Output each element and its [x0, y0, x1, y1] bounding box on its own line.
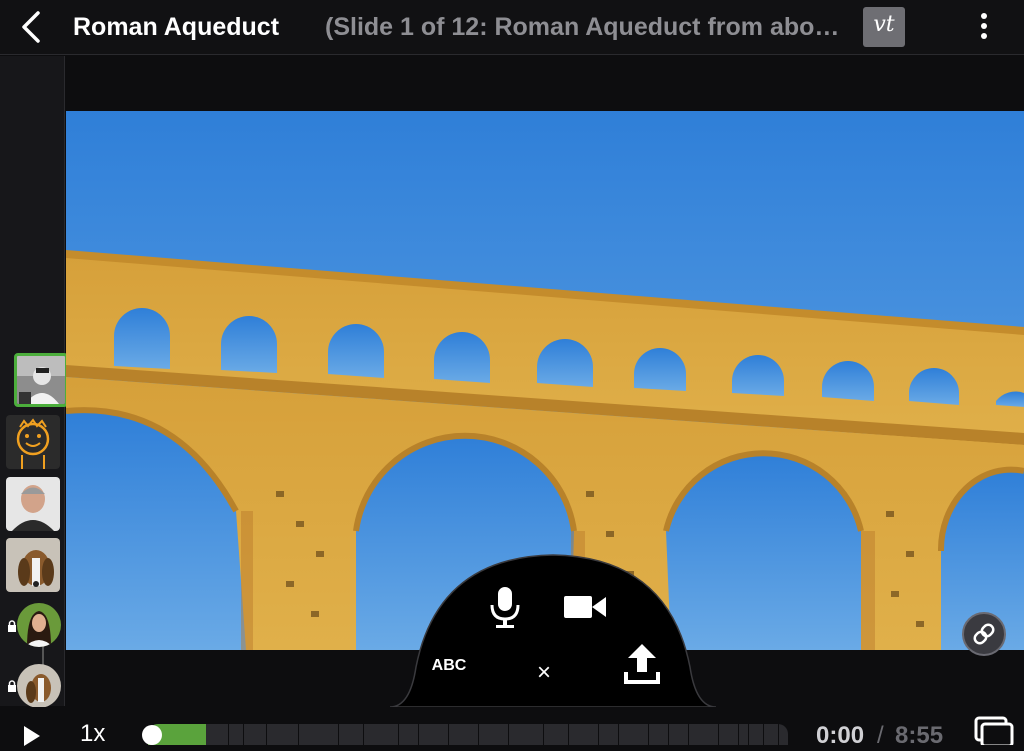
total-time: 8:55 [895, 722, 944, 749]
record-video-button[interactable] [562, 592, 608, 622]
comment-marker[interactable] [763, 724, 764, 745]
comment-marker[interactable] [508, 724, 509, 745]
dot-icon [981, 13, 987, 19]
commenter-avatar-6[interactable] [17, 664, 61, 708]
comment-marker[interactable] [748, 724, 749, 745]
windows-icon [974, 716, 1014, 748]
comment-marker[interactable] [688, 724, 689, 745]
more-options-button[interactable] [972, 10, 996, 44]
scrub-handle[interactable] [142, 725, 162, 745]
comment-marker[interactable] [568, 724, 569, 745]
comment-marker[interactable] [718, 724, 719, 745]
lock-icon [8, 620, 16, 632]
dot-icon [981, 33, 987, 39]
comment-marker[interactable] [363, 724, 364, 745]
commenter-avatar-1[interactable] [14, 353, 68, 407]
comment-marker[interactable] [266, 724, 267, 745]
back-button[interactable] [14, 9, 48, 45]
commenter-avatar-2[interactable] [6, 415, 60, 469]
play-icon [24, 726, 40, 746]
chevron-left-icon [22, 11, 40, 43]
logo-text: vt [873, 12, 895, 37]
comment-marker[interactable] [418, 724, 419, 745]
page-title: Roman Aqueduct [73, 13, 280, 41]
playback-speed-button[interactable]: 1x [80, 720, 105, 748]
video-camera-icon [564, 596, 606, 618]
record-audio-button[interactable] [486, 585, 524, 629]
comment-marker[interactable] [598, 724, 599, 745]
close-comment-tools-button[interactable]: × [532, 660, 556, 686]
lock-icon [8, 680, 16, 692]
commenter-avatar-3[interactable] [6, 477, 60, 531]
comment-marker[interactable] [648, 724, 649, 745]
current-time: 0:00 [816, 722, 865, 749]
comment-marker[interactable] [543, 724, 544, 745]
voicethread-logo[interactable]: vt [863, 7, 905, 47]
top-bar: Roman Aqueduct (Slide 1 of 12: Roman Aqu… [0, 0, 1024, 55]
link-icon [973, 623, 995, 645]
fullscreen-button[interactable] [972, 716, 1016, 748]
slide-subtitle: (Slide 1 of 12: Roman Aqueduct from abov… [325, 13, 850, 41]
text-comment-button[interactable]: ABC [422, 654, 476, 678]
link-button[interactable] [962, 612, 1006, 656]
comment-marker[interactable] [243, 724, 244, 745]
timeline-scrubber[interactable] [148, 724, 788, 745]
comment-marker[interactable] [478, 724, 479, 745]
upload-button[interactable] [622, 642, 662, 686]
comment-marker[interactable] [228, 724, 229, 745]
comment-marker[interactable] [668, 724, 669, 745]
comment-marker[interactable] [778, 724, 779, 745]
comment-marker[interactable] [298, 724, 299, 745]
play-button[interactable] [20, 726, 44, 746]
time-separator: / [877, 722, 884, 749]
upload-icon [624, 644, 660, 684]
microphone-icon [490, 587, 520, 628]
comment-marker[interactable] [338, 724, 339, 745]
comment-marker[interactable] [738, 724, 739, 745]
comment-marker[interactable] [618, 724, 619, 745]
commenter-avatar-4[interactable] [6, 538, 60, 592]
dot-icon [981, 23, 987, 29]
comment-marker[interactable] [448, 724, 449, 745]
commenter-avatar-5[interactable] [17, 603, 61, 647]
comment-marker[interactable] [398, 724, 399, 745]
